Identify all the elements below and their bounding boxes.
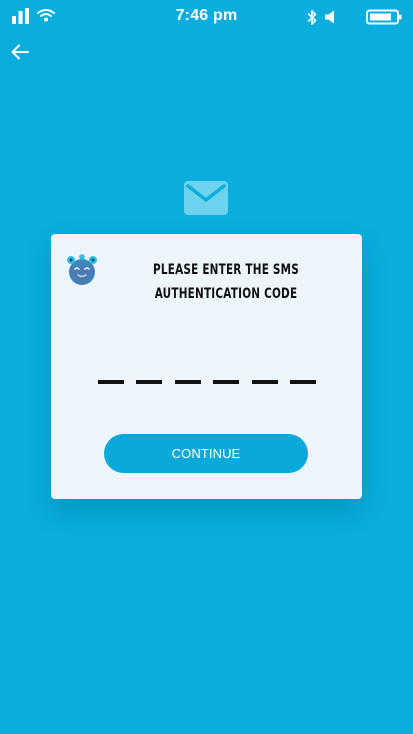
mascot-icon	[67, 254, 97, 285]
card-title-line-1: Please enter the SMS	[153, 262, 299, 278]
status-time: 7:46 pm	[175, 7, 238, 24]
code-digit-slot	[98, 380, 124, 384]
battery-icon	[366, 9, 402, 25]
code-digit-slot	[289, 380, 316, 384]
sms-code-input[interactable]	[98, 380, 316, 388]
arrow-left-icon	[11, 44, 29, 60]
code-digit-slot	[251, 380, 278, 384]
card-title: Please enter the SMS authentication code	[129, 258, 323, 306]
continue-button[interactable]: CONTINUE	[104, 434, 308, 473]
back-button[interactable]	[8, 40, 32, 64]
mail-icon	[184, 181, 228, 215]
sms-code-card: Please enter the SMS authentication code…	[51, 234, 362, 499]
speaker-icon	[325, 10, 334, 24]
code-digit-slot	[136, 380, 163, 384]
card-title-line-2: authentication code	[154, 286, 298, 302]
bluetooth-icon	[307, 10, 317, 25]
code-digit-slot	[174, 380, 201, 384]
code-digit-slot	[213, 380, 240, 384]
status-bar: 7:46 pm	[0, 0, 413, 34]
